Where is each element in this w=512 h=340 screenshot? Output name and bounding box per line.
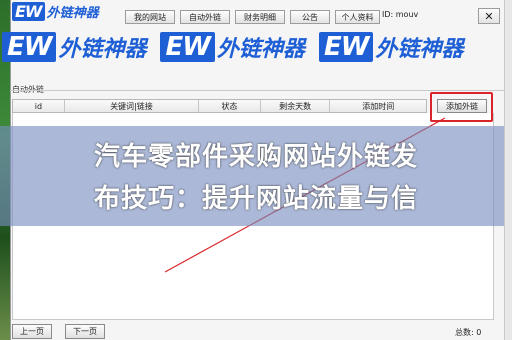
overlay-title-line-2: 布技巧：提升网站流量与信 [93, 184, 418, 214]
next-page-button[interactable]: 下一页 [65, 324, 105, 339]
scrollbar-track[interactable] [504, 0, 512, 340]
prev-page-button[interactable]: 上一页 [12, 324, 52, 339]
overlay-title-line-1: 汽车零部件采购网站外链发 [93, 142, 418, 172]
total-count: 总数: 0 [455, 328, 482, 337]
